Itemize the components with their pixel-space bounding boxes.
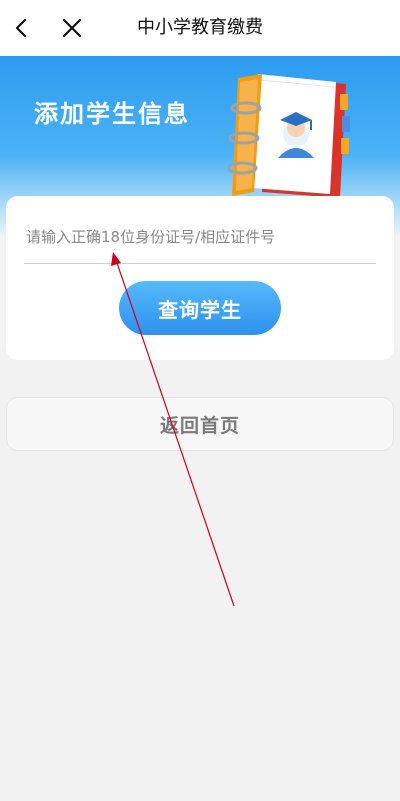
top-bar: 中小学教育缴费 bbox=[0, 0, 400, 56]
banner-title: 添加学生信息 bbox=[34, 100, 190, 128]
student-search-card: 查询学生 bbox=[6, 196, 394, 360]
page-title: 中小学教育缴费 bbox=[137, 17, 263, 38]
id-number-input[interactable] bbox=[24, 214, 380, 260]
student-notebook-icon bbox=[228, 74, 350, 198]
input-underline bbox=[24, 263, 376, 264]
return-home-button[interactable]: 返回首页 bbox=[6, 397, 394, 451]
query-student-button[interactable]: 查询学生 bbox=[119, 281, 281, 335]
